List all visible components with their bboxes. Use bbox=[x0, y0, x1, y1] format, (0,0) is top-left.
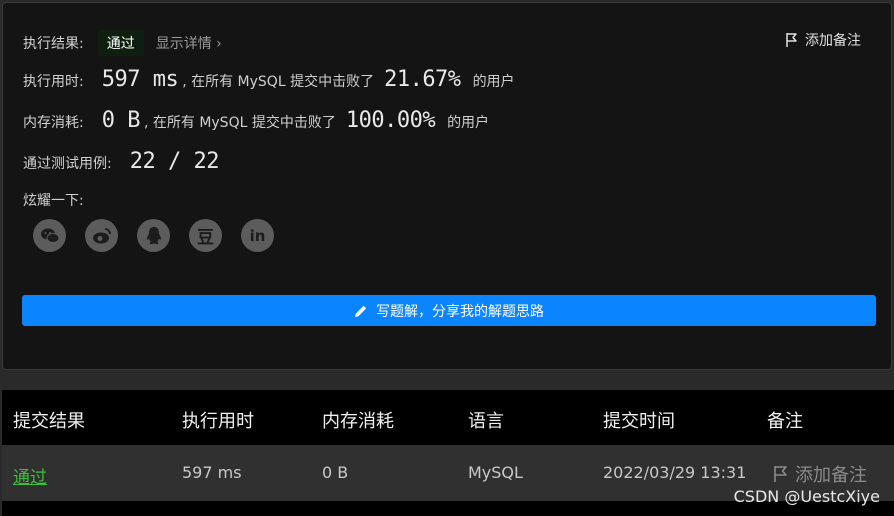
watermark: CSDN @UestcXiye bbox=[733, 487, 880, 506]
add-note-button[interactable]: 添加备注 bbox=[785, 30, 861, 50]
memory-row: 内存消耗: 0 B , 在所有 MySQL 提交中击败了 100.00% 的用户 bbox=[23, 108, 489, 133]
add-note-label: 添加备注 bbox=[805, 33, 861, 49]
runtime-label: 执行用时: bbox=[23, 74, 84, 90]
header-language: 语言 bbox=[468, 411, 504, 432]
header-memory: 内存消耗 bbox=[322, 411, 394, 432]
memory-value: 0 B bbox=[101, 108, 141, 133]
qq-share-button[interactable] bbox=[137, 219, 170, 252]
show-details-link[interactable]: 显示详情 › bbox=[156, 33, 222, 53]
chevron-right-icon: › bbox=[216, 36, 222, 52]
row-status-link[interactable]: 通过 bbox=[13, 463, 47, 488]
row-language: MySQL bbox=[468, 463, 523, 482]
write-solution-label: 写题解，分享我的解题思路 bbox=[376, 303, 544, 320]
share-icons: 豆 in bbox=[33, 219, 274, 252]
status-badge: 通过 bbox=[97, 30, 144, 56]
memory-tail: 的用户 bbox=[447, 115, 490, 131]
pencil-icon bbox=[355, 305, 367, 317]
header-runtime: 执行用时 bbox=[182, 411, 254, 432]
wechat-icon bbox=[40, 228, 59, 243]
flag-icon bbox=[774, 466, 787, 482]
result-row: 执行结果: 通过 显示详情 › bbox=[23, 30, 222, 56]
result-label: 执行结果: bbox=[23, 36, 84, 52]
show-details-label: 显示详情 bbox=[155, 36, 212, 52]
tests-value: 22 / 22 bbox=[129, 149, 220, 174]
runtime-tail: 的用户 bbox=[472, 74, 515, 90]
douban-icon: 豆 bbox=[197, 228, 214, 248]
wechat-share-button[interactable] bbox=[33, 219, 66, 252]
result-card: 执行结果: 通过 显示详情 › 添加备注 执行用时: 597 ms , 在所有 … bbox=[2, 2, 892, 370]
header-time: 提交时间 bbox=[603, 411, 675, 432]
weibo-share-button[interactable] bbox=[85, 219, 118, 252]
memory-percent: 100.00% bbox=[345, 108, 436, 133]
runtime-mid-text: , 在所有 MySQL 提交中击败了 bbox=[182, 74, 375, 90]
runtime-value: 597 ms bbox=[101, 67, 179, 92]
linkedin-share-button[interactable]: in bbox=[241, 219, 274, 252]
linkedin-icon: in bbox=[249, 226, 266, 245]
header-note: 备注 bbox=[767, 411, 803, 432]
table-header bbox=[2, 390, 894, 445]
memory-mid-text: , 在所有 MySQL 提交中击败了 bbox=[143, 115, 336, 131]
tests-label: 通过测试用例: bbox=[23, 156, 112, 172]
row-add-note-button[interactable]: 添加备注 bbox=[773, 461, 867, 487]
share-label: 炫耀一下: bbox=[23, 193, 84, 209]
row-add-note-label: 添加备注 bbox=[795, 465, 867, 486]
memory-label: 内存消耗: bbox=[23, 115, 84, 131]
row-memory: 0 B bbox=[322, 463, 349, 482]
tests-row: 通过测试用例: 22 / 22 bbox=[23, 149, 219, 174]
flag-icon bbox=[786, 33, 797, 47]
share-row: 炫耀一下: bbox=[23, 190, 84, 210]
row-time: 2022/03/29 13:31 bbox=[603, 463, 747, 482]
douban-share-button[interactable]: 豆 bbox=[189, 219, 222, 252]
runtime-row: 执行用时: 597 ms , 在所有 MySQL 提交中击败了 21.67% 的… bbox=[23, 67, 515, 92]
row-runtime: 597 ms bbox=[182, 463, 242, 482]
qq-icon bbox=[146, 226, 161, 244]
header-status: 提交结果 bbox=[13, 411, 85, 432]
weibo-icon bbox=[92, 227, 111, 243]
runtime-percent: 21.67% bbox=[384, 67, 461, 92]
write-solution-button[interactable]: 写题解，分享我的解题思路 bbox=[22, 295, 876, 326]
